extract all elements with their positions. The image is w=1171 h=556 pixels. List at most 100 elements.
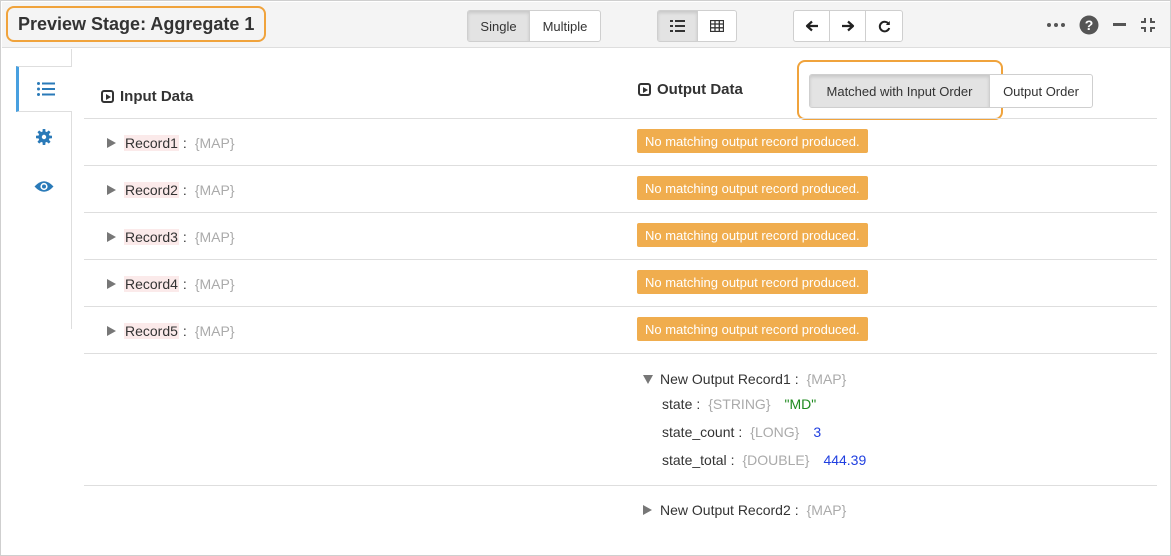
table-view-button[interactable] xyxy=(698,11,736,41)
gear-icon xyxy=(36,129,52,145)
panel-header: Preview Stage: Aggregate 1 Single Multip… xyxy=(2,2,1170,48)
preview-panel: Preview Stage: Aggregate 1 Single Multip… xyxy=(0,0,1171,556)
title-highlight: Preview Stage: Aggregate 1 xyxy=(6,6,266,42)
fullscreen-icon[interactable] xyxy=(1140,17,1156,33)
colon: : xyxy=(794,502,799,518)
more-icon[interactable] xyxy=(1047,23,1065,27)
window-controls: ? xyxy=(1047,12,1156,38)
multiple-button[interactable]: Multiple xyxy=(530,11,600,41)
field-value: 3 xyxy=(813,424,822,440)
no-match-badge: No matching output record produced. xyxy=(637,176,868,200)
no-match-badge: No matching output record produced. xyxy=(637,129,868,153)
caret-right-icon xyxy=(107,279,116,289)
help-icon[interactable]: ? xyxy=(1079,15,1099,35)
panel-title: Preview Stage: Aggregate 1 xyxy=(18,13,255,34)
record-navigation xyxy=(793,10,903,42)
colon: : xyxy=(182,182,187,198)
record-name: Record4 xyxy=(124,276,179,292)
expand-all-icon[interactable] xyxy=(638,83,651,96)
record-type: {MAP} xyxy=(194,135,235,151)
tab-preview[interactable] xyxy=(16,163,72,209)
list-view-icon xyxy=(670,20,685,32)
input-record[interactable]: Record1 : {MAP} xyxy=(107,133,235,153)
table-view-icon xyxy=(710,20,724,32)
tab-configuration[interactable] xyxy=(16,114,72,160)
new-output-record[interactable]: New Output Record1 : {MAP} xyxy=(643,369,846,389)
no-match-badge: No matching output record produced. xyxy=(637,223,868,247)
eye-icon xyxy=(34,180,54,192)
output-data-title: Output Data xyxy=(657,81,743,98)
field-key: state_count xyxy=(662,424,735,440)
input-record[interactable]: Record3 : {MAP} xyxy=(107,227,235,247)
layout-toggle xyxy=(657,10,737,42)
arrow-left-icon xyxy=(805,20,818,32)
record-name: Record3 xyxy=(124,229,179,245)
refresh-icon xyxy=(878,20,890,32)
record-type: {MAP} xyxy=(806,502,847,518)
colon: : xyxy=(794,371,799,387)
record-field: state_total : {DOUBLE} 444.39 xyxy=(662,450,866,470)
colon: : xyxy=(182,276,187,292)
new-output-record[interactable]: New Output Record2 : {MAP} xyxy=(643,500,846,520)
field-value: "MD" xyxy=(784,396,817,412)
record-name: Record5 xyxy=(124,323,179,339)
output-order-toggle: Matched with Input Order Output Order xyxy=(809,74,1093,108)
matched-input-order-button[interactable]: Matched with Input Order xyxy=(810,75,990,107)
colon: : xyxy=(730,452,735,468)
record-type: {MAP} xyxy=(806,371,847,387)
input-record[interactable]: Record4 : {MAP} xyxy=(107,274,235,294)
next-button[interactable] xyxy=(830,11,866,41)
input-record[interactable]: Record5 : {MAP} xyxy=(107,321,235,341)
row-divider xyxy=(84,259,1157,260)
no-match-badge: No matching output record produced. xyxy=(637,317,868,341)
record-type: {MAP} xyxy=(194,276,235,292)
colon: : xyxy=(182,135,187,151)
record-field: state : {STRING} "MD" xyxy=(662,394,816,414)
arrow-right-icon xyxy=(841,20,854,32)
record-field: state_count : {LONG} 3 xyxy=(662,422,821,442)
header-divider xyxy=(84,118,1157,119)
field-type: {LONG} xyxy=(750,424,800,440)
record-type: {MAP} xyxy=(194,182,235,198)
input-data-heading: Input Data xyxy=(101,88,193,105)
previous-button[interactable] xyxy=(794,11,830,41)
single-button[interactable]: Single xyxy=(468,11,530,41)
record-type: {MAP} xyxy=(194,229,235,245)
row-divider xyxy=(84,165,1157,166)
record-type: {MAP} xyxy=(194,323,235,339)
minimize-icon[interactable] xyxy=(1113,23,1126,27)
caret-right-icon xyxy=(643,505,652,515)
colon: : xyxy=(182,323,187,339)
caret-right-icon xyxy=(107,232,116,242)
side-nav xyxy=(16,49,72,329)
list-view-button[interactable] xyxy=(658,11,698,41)
colon: : xyxy=(696,396,701,412)
tab-records[interactable] xyxy=(16,66,72,112)
svg-text:?: ? xyxy=(1085,17,1094,33)
field-key: state_total xyxy=(662,452,727,468)
expand-all-icon[interactable] xyxy=(101,90,114,103)
caret-down-icon xyxy=(643,374,653,384)
no-match-badge: No matching output record produced. xyxy=(637,270,868,294)
row-divider xyxy=(84,353,1157,354)
input-record[interactable]: Record2 : {MAP} xyxy=(107,180,235,200)
field-value: 444.39 xyxy=(823,452,867,468)
output-order-button[interactable]: Output Order xyxy=(990,75,1092,107)
row-divider xyxy=(84,306,1157,307)
refresh-button[interactable] xyxy=(866,11,902,41)
field-key: state xyxy=(662,396,693,412)
field-type: {DOUBLE} xyxy=(742,452,810,468)
colon: : xyxy=(738,424,743,440)
row-divider xyxy=(84,212,1157,213)
caret-right-icon xyxy=(107,185,116,195)
caret-right-icon xyxy=(107,138,116,148)
output-data-heading: Output Data xyxy=(638,81,743,98)
input-data-title: Input Data xyxy=(120,88,194,105)
record-name: Record1 xyxy=(124,135,179,151)
record-name: New Output Record1 xyxy=(660,371,791,387)
field-type: {STRING} xyxy=(708,396,771,412)
row-divider xyxy=(84,485,1157,486)
record-name: New Output Record2 xyxy=(660,502,791,518)
colon: : xyxy=(182,229,187,245)
caret-right-icon xyxy=(107,326,116,336)
